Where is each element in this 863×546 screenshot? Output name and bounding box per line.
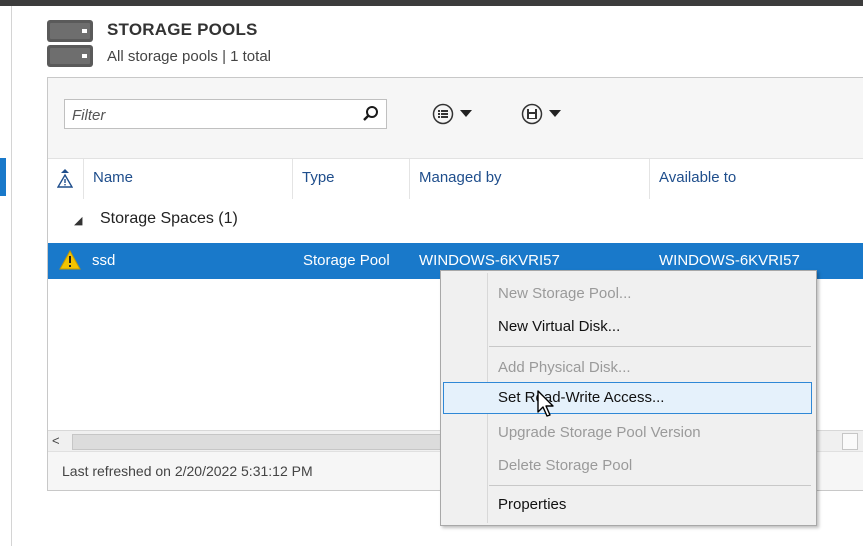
cell-name: ssd [92, 252, 116, 269]
collapse-caret-icon[interactable]: ◢ [74, 214, 82, 227]
left-navigation-strip [0, 6, 12, 546]
menu-separator [489, 485, 811, 486]
server-storage-icon [47, 20, 93, 67]
save-options-button[interactable] [521, 101, 561, 127]
cell-type: Storage Pool [303, 252, 390, 269]
column-header-type[interactable]: Type [302, 169, 335, 186]
warning-icon [59, 250, 81, 270]
column-separator [83, 159, 84, 199]
group-label: Storage Spaces (1) [100, 210, 238, 227]
chevron-down-icon [549, 110, 561, 117]
list-options-icon [432, 103, 454, 125]
nav-selected-indicator [0, 158, 6, 196]
view-options-button[interactable] [432, 101, 472, 127]
filter-input[interactable] [70, 104, 354, 126]
column-header-name[interactable]: Name [93, 169, 133, 186]
column-header-managed-by[interactable]: Managed by [419, 169, 502, 186]
menu-item-delete-storage-pool[interactable]: Delete Storage Pool [443, 451, 812, 481]
panel-toolbar [48, 78, 863, 159]
chevron-down-icon [460, 110, 472, 117]
cell-available-to: WINDOWS-6KVRI57 [659, 252, 800, 269]
scroll-thumb[interactable] [72, 434, 444, 450]
mouse-pointer-icon [537, 390, 554, 417]
last-refreshed-text: Last refreshed on 2/20/2022 5:31:12 PM [62, 463, 313, 479]
menu-item-new-storage-pool[interactable]: New Storage Pool... [443, 279, 812, 309]
window-top-bar [0, 0, 863, 6]
column-separator [649, 159, 650, 199]
save-disk-icon [521, 103, 543, 125]
column-separator [292, 159, 293, 199]
cell-managed-by: WINDOWS-6KVRI57 [419, 252, 560, 269]
filter-box[interactable] [64, 99, 387, 129]
menu-item-set-read-write-access[interactable]: Set Read-Write Access... [443, 382, 812, 414]
column-header-available-to[interactable]: Available to [659, 169, 736, 186]
table-header: Name Type Managed by Available to [48, 159, 863, 199]
menu-separator [489, 346, 811, 347]
column-separator [409, 159, 410, 199]
menu-item-properties[interactable]: Properties [443, 490, 812, 520]
scroll-left-icon[interactable]: < [52, 433, 60, 448]
menu-item-new-virtual-disk[interactable]: New Virtual Disk... [443, 312, 812, 342]
warning-sort-icon[interactable] [57, 167, 73, 189]
menu-item-upgrade-storage-pool-version[interactable]: Upgrade Storage Pool Version [443, 418, 812, 448]
menu-item-add-physical-disk[interactable]: Add Physical Disk... [443, 353, 812, 383]
scroll-right-button[interactable] [842, 433, 858, 450]
page-subtitle: All storage pools | 1 total [107, 48, 271, 65]
context-menu: New Storage Pool... New Virtual Disk... … [440, 270, 817, 526]
page-title: STORAGE POOLS [107, 20, 258, 39]
search-icon[interactable] [362, 105, 380, 123]
